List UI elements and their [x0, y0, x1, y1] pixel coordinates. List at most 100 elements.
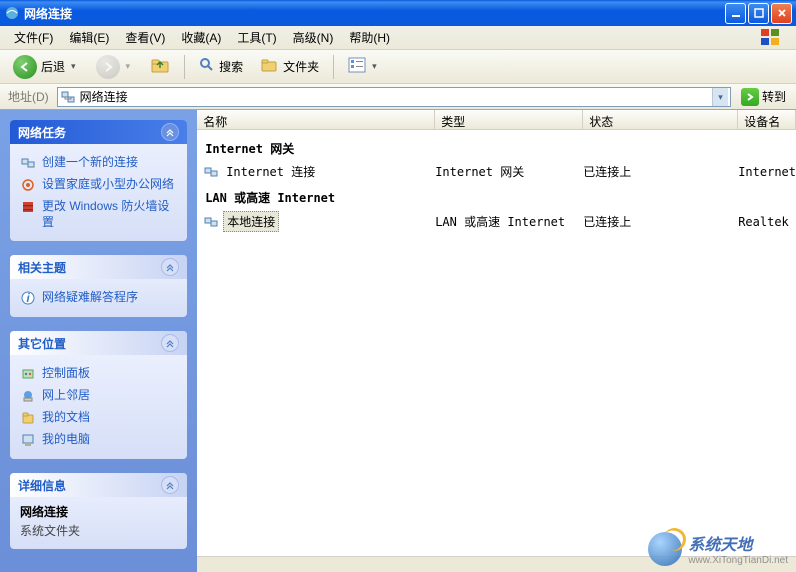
panel-details: 详细信息 网络连接 系统文件夹: [10, 473, 187, 549]
col-status[interactable]: 状态: [583, 110, 738, 129]
folders-button[interactable]: 文件夹: [254, 53, 326, 80]
address-value: 网络连接: [80, 88, 712, 105]
col-device[interactable]: 设备名: [738, 110, 796, 129]
search-button[interactable]: 搜索: [192, 53, 250, 80]
menu-edit[interactable]: 编辑(E): [61, 26, 117, 49]
back-icon: [13, 55, 37, 79]
toolbar: 后退 ▾ ▾ 搜索 文件夹 ▾: [0, 50, 796, 84]
menu-file[interactable]: 文件(F): [6, 26, 61, 49]
address-input[interactable]: 网络连接 ▾: [57, 87, 731, 107]
my-computer-icon: [20, 432, 36, 448]
menu-favorites[interactable]: 收藏(A): [173, 26, 229, 49]
menu-advanced[interactable]: 高级(N): [285, 26, 342, 49]
watermark-text: 系统天地: [688, 537, 752, 554]
separator: [184, 55, 185, 79]
globe-icon: [648, 532, 682, 566]
menu-bar: 文件(F) 编辑(E) 查看(V) 收藏(A) 工具(T) 高级(N) 帮助(H…: [0, 26, 796, 50]
search-icon: [199, 57, 215, 76]
up-button[interactable]: [143, 52, 177, 81]
connection-icon: [203, 214, 219, 230]
address-dropdown[interactable]: ▾: [712, 88, 728, 106]
list-item[interactable]: 本地连接LAN 或高速 Internet已连接上Realtek: [197, 209, 796, 234]
connection-icon: [203, 164, 219, 180]
list-item[interactable]: Internet 连接Internet 网关已连接上Internet: [197, 160, 796, 183]
search-label: 搜索: [219, 58, 243, 75]
title-bar: 网络连接: [0, 0, 796, 26]
collapse-icon[interactable]: [161, 334, 179, 352]
item-type: Internet 网关: [435, 163, 583, 180]
address-label: 地址(D): [4, 88, 53, 105]
app-icon: [4, 5, 20, 21]
related-troubleshoot[interactable]: i 网络疑难解答程序: [20, 287, 177, 309]
collapse-icon[interactable]: [161, 123, 179, 141]
panel-header[interactable]: 详细信息: [10, 473, 187, 497]
window-controls: [725, 3, 792, 24]
collapse-icon[interactable]: [161, 258, 179, 276]
col-type[interactable]: 类型: [435, 110, 583, 129]
control-panel-icon: [20, 366, 36, 382]
list-group-header: LAN 或高速 Internet: [197, 183, 796, 209]
item-name: 本地连接: [223, 211, 279, 232]
col-name[interactable]: 名称: [197, 110, 435, 129]
place-label: 网上邻居: [42, 388, 90, 404]
go-icon: [741, 88, 759, 106]
my-documents-icon: [20, 410, 36, 426]
watermark: 系统天地 www.XiTongTianDi.net: [648, 531, 788, 566]
panel-title: 其它位置: [18, 335, 66, 352]
chevron-down-icon: ▾: [69, 61, 78, 72]
list-group-header: Internet 网关: [197, 134, 796, 160]
watermark-url: www.XiTongTianDi.net: [688, 555, 788, 566]
details-type: 系统文件夹: [20, 522, 177, 539]
forward-button[interactable]: ▾: [89, 51, 140, 83]
panel-places: 其它位置 控制面板 网上邻居 我的文档: [10, 331, 187, 459]
place-control-panel[interactable]: 控制面板: [20, 363, 177, 385]
folders-label: 文件夹: [283, 58, 319, 75]
task-firewall[interactable]: 更改 Windows 防火墙设置: [20, 196, 177, 233]
panel-header[interactable]: 网络任务: [10, 120, 187, 144]
windows-flag-icon: [752, 28, 790, 48]
maximize-button[interactable]: [748, 3, 769, 24]
menu-view[interactable]: 查看(V): [117, 26, 173, 49]
item-device: Realtek: [738, 215, 796, 229]
back-button[interactable]: 后退 ▾: [6, 51, 85, 83]
collapse-icon[interactable]: [161, 476, 179, 494]
task-create-connection[interactable]: 创建一个新的连接: [20, 152, 177, 174]
minimize-button[interactable]: [725, 3, 746, 24]
panel-title: 相关主题: [18, 259, 66, 276]
address-bar: 地址(D) 网络连接 ▾ 转到: [0, 84, 796, 110]
place-my-computer[interactable]: 我的电脑: [20, 429, 177, 451]
folder-up-icon: [150, 56, 170, 77]
task-label: 设置家庭或小型办公网络: [42, 177, 174, 193]
panel-header[interactable]: 相关主题: [10, 255, 187, 279]
folders-icon: [261, 57, 279, 76]
firewall-icon: [20, 199, 36, 215]
item-name: Internet 连接: [223, 162, 318, 181]
close-button[interactable]: [771, 3, 792, 24]
separator: [333, 55, 334, 79]
column-headers: 名称 类型 状态 设备名: [197, 110, 796, 130]
network-neighborhood-icon: [20, 388, 36, 404]
views-button[interactable]: ▾: [341, 53, 386, 80]
place-network-neighborhood[interactable]: 网上邻居: [20, 385, 177, 407]
place-label: 我的文档: [42, 410, 90, 426]
back-label: 后退: [41, 58, 65, 75]
window-title: 网络连接: [24, 5, 725, 22]
place-my-documents[interactable]: 我的文档: [20, 407, 177, 429]
chevron-down-icon: ▾: [124, 61, 133, 72]
panel-header[interactable]: 其它位置: [10, 331, 187, 355]
menu-help[interactable]: 帮助(H): [341, 26, 398, 49]
list-view: 名称 类型 状态 设备名 Internet 网关 Internet 连接 Inter…: [197, 110, 796, 572]
panel-title: 详细信息: [18, 477, 66, 494]
place-label: 我的电脑: [42, 432, 90, 448]
forward-icon: [96, 55, 120, 79]
task-setup-network[interactable]: 设置家庭或小型办公网络: [20, 174, 177, 196]
task-label: 更改 Windows 防火墙设置: [42, 199, 177, 230]
panel-title: 网络任务: [18, 124, 66, 141]
go-label: 转到: [762, 88, 786, 105]
info-icon: i: [20, 290, 36, 306]
menu-tools[interactable]: 工具(T): [229, 26, 284, 49]
connection-icon: [20, 155, 36, 171]
list-body[interactable]: Internet 网关Internet 连接Internet 网关已连接上Int…: [197, 130, 796, 556]
chevron-down-icon: ▾: [370, 61, 379, 72]
go-button[interactable]: 转到: [735, 87, 792, 107]
